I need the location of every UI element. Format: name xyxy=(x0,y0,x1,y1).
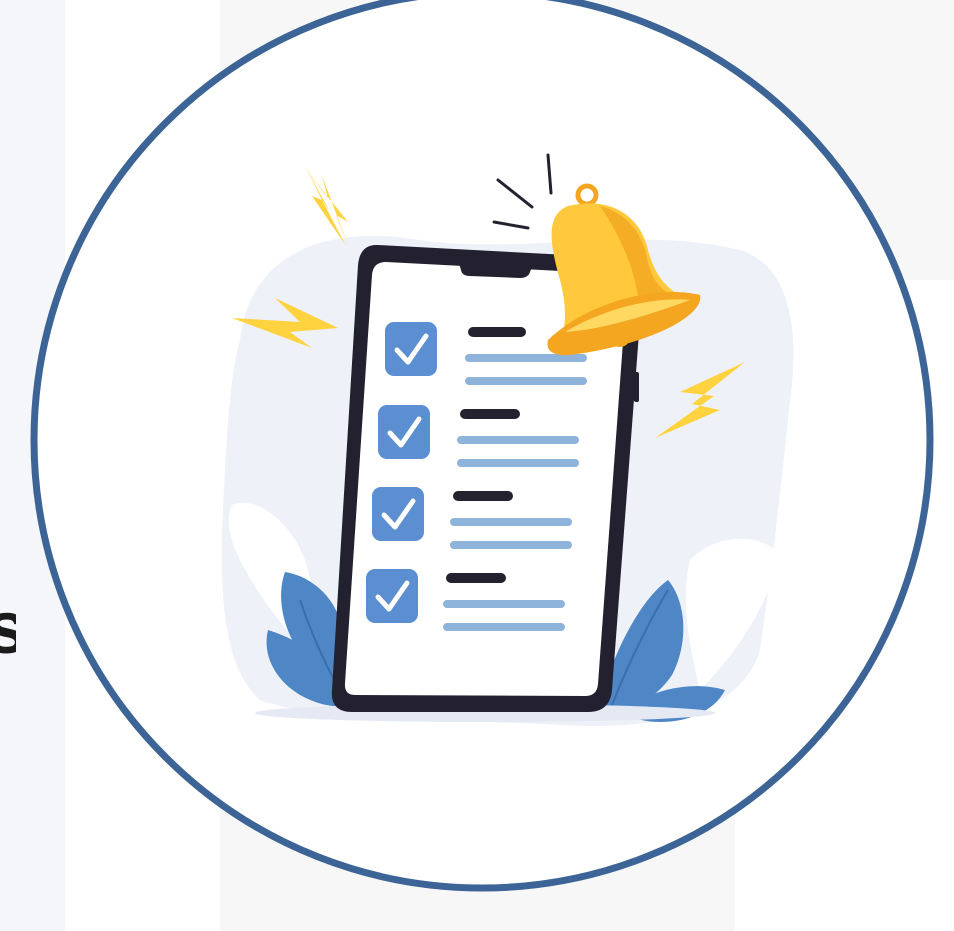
check-icon xyxy=(378,405,430,459)
check-icon xyxy=(385,322,437,376)
notification-illustration xyxy=(30,0,934,892)
check-icon xyxy=(366,569,418,623)
check-icon xyxy=(372,487,424,541)
